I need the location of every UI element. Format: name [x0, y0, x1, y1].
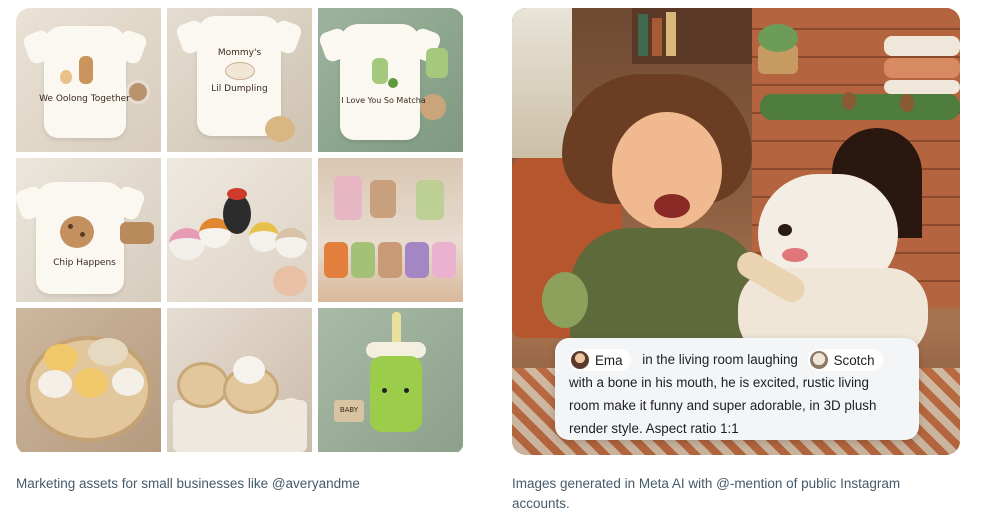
- grid-tile-steamer-blanket: [167, 308, 312, 452]
- mention-label: Scotch: [833, 352, 875, 368]
- tile-label: Chip Happens: [53, 258, 116, 268]
- grid-tile-dumpling-onesie: Mommy's Lil Dumpling: [167, 8, 312, 152]
- product-image-grid[interactable]: We Oolong Together Mommy's Lil Dumpling …: [16, 8, 464, 455]
- prompt-line-1: Ema in the living room laughing Scotch: [569, 348, 907, 372]
- grid-tile-boba-cups: [318, 158, 463, 302]
- prompt-line-3: room make it funny and super adorable, i…: [569, 398, 877, 414]
- grid-tile-steamer-basket: [16, 308, 161, 452]
- mention-chip-scotch[interactable]: Scotch: [807, 349, 883, 372]
- prompt-line-2: with a bone in his mouth, he is excited,…: [569, 375, 869, 391]
- avatar-icon: [571, 351, 589, 370]
- prompt-text-box: Ema in the living room laughing Scotch w…: [555, 338, 919, 440]
- meta-ai-generated-image[interactable]: Ema in the living room laughing Scotch w…: [512, 8, 960, 455]
- grid-tile-crochet-sushi: [167, 158, 312, 302]
- avatar-icon: [809, 351, 828, 370]
- grid-tile-cookie-onesie: Chip Happens: [16, 158, 161, 302]
- prompt-text: in the living room laughing: [642, 352, 798, 367]
- grid-tile-matcha-plush: BABY: [318, 308, 463, 452]
- right-caption-line-1: Images generated in Meta AI with @-menti…: [512, 476, 901, 491]
- tile-label-line1: Mommy's: [217, 48, 262, 58]
- right-caption-line-2: accounts.: [512, 496, 570, 511]
- mention-chip-ema[interactable]: Ema: [569, 349, 631, 372]
- tile-label: We Oolong Together: [39, 94, 130, 104]
- grid-tile-oolong-onesie: We Oolong Together: [16, 8, 161, 152]
- left-caption: Marketing assets for small businesses li…: [16, 476, 360, 491]
- prompt-line-4: render style. Aspect ratio 1:1: [569, 421, 739, 437]
- tile-label: I Love You So Matcha: [341, 96, 426, 105]
- grid-tile-matcha-onesie: I Love You So Matcha: [318, 8, 463, 152]
- tile-label: BABY: [339, 406, 359, 414]
- mention-label: Ema: [595, 352, 623, 368]
- tile-label-line2: Lil Dumpling: [211, 84, 268, 94]
- bookshelf: [632, 8, 752, 64]
